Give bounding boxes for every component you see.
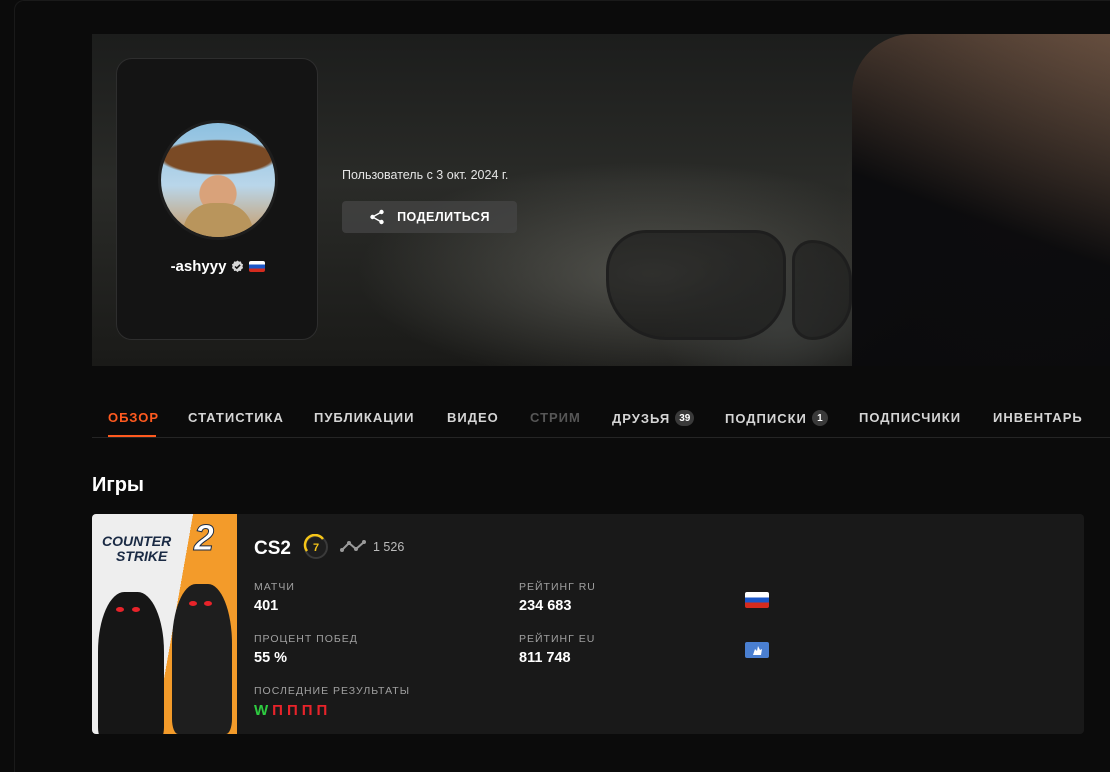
profile-tabs: ОБЗОР СТАТИСТИКА ПУБЛИКАЦИИ ВИДЕО СТРИМ …: [92, 398, 1110, 438]
matches-label: МАТЧИ: [254, 581, 295, 593]
game-name: CS2: [254, 538, 291, 559]
cs2-logo-line1: COUNTER: [102, 533, 172, 549]
soldier-eye: [116, 607, 124, 612]
tab-inventory[interactable]: ИНВЕНТАРЬ: [993, 410, 1083, 425]
tab-active-underline: [108, 435, 156, 437]
result-loss: П: [272, 702, 283, 719]
avatar-shirt: [183, 203, 253, 237]
tab-publications[interactable]: ПУБЛИКАЦИИ: [314, 410, 414, 425]
games-section-title: Игры: [92, 474, 145, 496]
soldier-right: [172, 584, 232, 734]
tab-label: СТРИМ: [530, 410, 581, 425]
tab-label: ПУБЛИКАЦИИ: [314, 410, 415, 425]
rating-ru-label: РЕЙТИНГ RU: [519, 581, 596, 593]
friends-count-badge: 39: [675, 410, 695, 426]
tab-overview[interactable]: ОБЗОР: [108, 410, 159, 425]
result-loss: П: [301, 702, 313, 719]
russia-flag-icon: [249, 261, 266, 272]
result-win: W: [254, 702, 269, 719]
winrate-value: 55 %: [254, 650, 288, 666]
tab-label: ПОДПИСКИ: [725, 410, 807, 426]
username[interactable]: -ashyyy: [171, 258, 227, 275]
elo-icon: [340, 540, 366, 552]
tab-label: ИНВЕНТАРЬ: [993, 410, 1083, 425]
soldier-eye: [204, 601, 212, 606]
tab-label: ДРУЗЬЯ: [612, 410, 671, 426]
elo-value: 1 526: [373, 540, 405, 554]
tab-friends[interactable]: ДРУЗЬЯ 39: [612, 410, 695, 426]
subscriptions-count-badge: 1: [811, 410, 828, 426]
recent-results: W П П П П: [254, 702, 327, 719]
username-row: -ashyyy: [117, 258, 319, 275]
russia-flag-icon: [745, 592, 769, 608]
tab-stream[interactable]: СТРИМ: [530, 410, 581, 425]
europe-region-icon: [745, 642, 769, 658]
rating-ru-value: 234 683: [519, 598, 572, 614]
tab-statistics[interactable]: СТАТИСТИКА: [188, 410, 284, 425]
rating-eu-value: 811 748: [519, 650, 571, 666]
matches-value: 401: [254, 598, 279, 614]
verified-icon: [232, 260, 244, 273]
recent-results-label: ПОСЛЕДНИЕ РЕЗУЛЬТАТЫ: [254, 685, 411, 697]
tab-subscriptions[interactable]: ПОДПИСКИ 1: [725, 410, 828, 426]
result-loss: П: [316, 702, 328, 719]
tab-label: ВИДЕО: [447, 410, 499, 425]
share-icon: [370, 209, 384, 225]
tab-video[interactable]: ВИДЕО: [447, 410, 499, 425]
tab-label: СТАТИСТИКА: [188, 410, 284, 425]
share-label: ПОДЕЛИТЬСЯ: [397, 210, 490, 224]
game-card-cs2[interactable]: COUNTER STRIKE 2 CS2 7 1 526 МАТЧИ 401 П…: [92, 514, 1084, 734]
cs2-cover-art: COUNTER STRIKE 2: [92, 514, 237, 734]
banner-car-grille: [606, 230, 786, 340]
avatar[interactable]: [158, 120, 278, 240]
cs2-logo: COUNTER STRIKE 2: [102, 519, 215, 564]
cs2-logo-line2: STRIKE: [116, 548, 168, 564]
tab-label: ОБЗОР: [108, 410, 160, 425]
soldier-eye: [189, 601, 197, 606]
profile-card: -ashyyy: [116, 58, 318, 340]
winrate-label: ПРОЦЕНТ ПОБЕД: [254, 633, 358, 645]
banner-figure: [852, 34, 1110, 366]
tab-subscribers[interactable]: ПОДПИСЧИКИ: [859, 410, 961, 425]
banner-car-grille-side: [792, 240, 852, 340]
soldier-left: [98, 592, 164, 734]
skill-level-value: 7: [313, 542, 319, 554]
rating-eu-label: РЕЙТИНГ EU: [519, 633, 596, 645]
cs2-logo-number: 2: [193, 517, 215, 558]
tab-label: ПОДПИСЧИКИ: [859, 410, 962, 425]
soldier-eye: [132, 607, 140, 612]
member-since: Пользователь с 3 окт. 2024 г.: [342, 168, 509, 182]
europe-map-icon: [753, 646, 762, 655]
skill-level-icon: 7: [303, 534, 328, 559]
share-button[interactable]: ПОДЕЛИТЬСЯ: [342, 201, 517, 233]
result-loss: П: [286, 702, 298, 719]
